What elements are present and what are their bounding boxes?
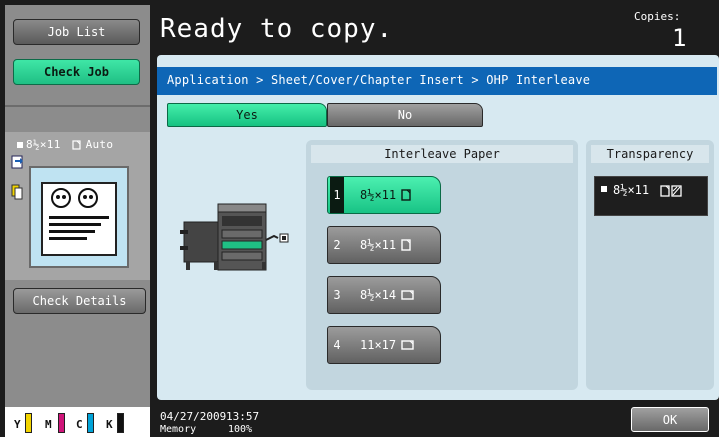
landscape-orientation-icon bbox=[401, 290, 414, 300]
tray-4-button[interactable]: 4 11×17 bbox=[327, 326, 441, 364]
toner-y-indicator bbox=[25, 413, 32, 433]
portrait-orientation-icon bbox=[401, 239, 411, 251]
paper-size-icon bbox=[17, 142, 23, 148]
paper-mode-text: Auto bbox=[85, 138, 114, 151]
breadcrumb: Application > Sheet/Cover/Chapter Insert… bbox=[167, 73, 591, 87]
copier-illustration bbox=[178, 200, 298, 280]
tray-size-label: 8½×11 bbox=[360, 238, 397, 252]
portrait-orientation-icon bbox=[71, 140, 81, 150]
memory-label: Memory bbox=[160, 424, 197, 435]
left-sidebar: Job List Check Job 8½×11 Auto Check Deta… bbox=[5, 5, 150, 437]
time-text: 13:57 bbox=[226, 410, 260, 423]
paper-size-text: 8½×11 bbox=[26, 138, 61, 151]
transparency-tray-button[interactable]: 8½×11 bbox=[594, 176, 708, 216]
check-job-button[interactable]: Check Job bbox=[13, 59, 140, 85]
yes-button[interactable]: Yes bbox=[167, 103, 327, 127]
toner-label-k: K bbox=[106, 418, 113, 431]
tray-number: 1 bbox=[330, 177, 344, 213]
tray-2-button[interactable]: 2 8½×11 bbox=[327, 226, 441, 264]
ohp-film-icon bbox=[660, 184, 683, 197]
status-title: Ready to copy. bbox=[160, 14, 394, 44]
toner-m-indicator bbox=[58, 413, 65, 433]
tray-1-button[interactable]: 1 8½×11 bbox=[327, 176, 441, 214]
tray-size-label: 11×17 bbox=[360, 338, 397, 352]
portrait-orientation-icon bbox=[401, 189, 411, 201]
transparency-size-label: 8½×11 bbox=[613, 183, 650, 197]
copy-preview bbox=[29, 166, 129, 268]
landscape-orientation-icon bbox=[401, 340, 414, 350]
ok-button[interactable]: OK bbox=[631, 407, 709, 432]
toner-label-c: C bbox=[76, 418, 83, 431]
tray-number: 2 bbox=[333, 238, 341, 252]
toner-label-m: M bbox=[45, 418, 52, 431]
memory-value: 100% bbox=[228, 424, 253, 435]
copies-count: 1 bbox=[672, 24, 687, 52]
interleave-paper-header: Interleave Paper bbox=[311, 145, 573, 163]
tray-number: 4 bbox=[333, 338, 341, 352]
toner-level-bar: Y M C K bbox=[5, 407, 150, 437]
toner-label-y: Y bbox=[14, 418, 21, 431]
no-button[interactable]: No bbox=[327, 103, 483, 127]
bypass-tray-icon bbox=[601, 186, 607, 192]
date-text: 04/27/2009 bbox=[160, 410, 227, 423]
preview-page bbox=[41, 182, 117, 256]
toner-k-indicator bbox=[117, 413, 124, 433]
check-details-button[interactable]: Check Details bbox=[13, 288, 146, 314]
job-list-button[interactable]: Job List bbox=[13, 19, 140, 45]
copies-label: Copies: bbox=[634, 10, 681, 23]
tray-size-label: 8½×14 bbox=[360, 288, 397, 302]
divider bbox=[5, 105, 150, 107]
tray-number: 3 bbox=[333, 288, 341, 302]
toner-c-indicator bbox=[87, 413, 94, 433]
stack-icon bbox=[11, 184, 23, 200]
tray-size-label: 8½×11 bbox=[360, 188, 397, 202]
original-icon bbox=[11, 154, 25, 169]
paper-settings-panel: 8½×11 Auto bbox=[5, 132, 150, 280]
transparency-header: Transparency bbox=[591, 145, 709, 163]
tray-3-button[interactable]: 3 8½×14 bbox=[327, 276, 441, 314]
paper-size-label: 8½×11 Auto bbox=[17, 138, 113, 151]
